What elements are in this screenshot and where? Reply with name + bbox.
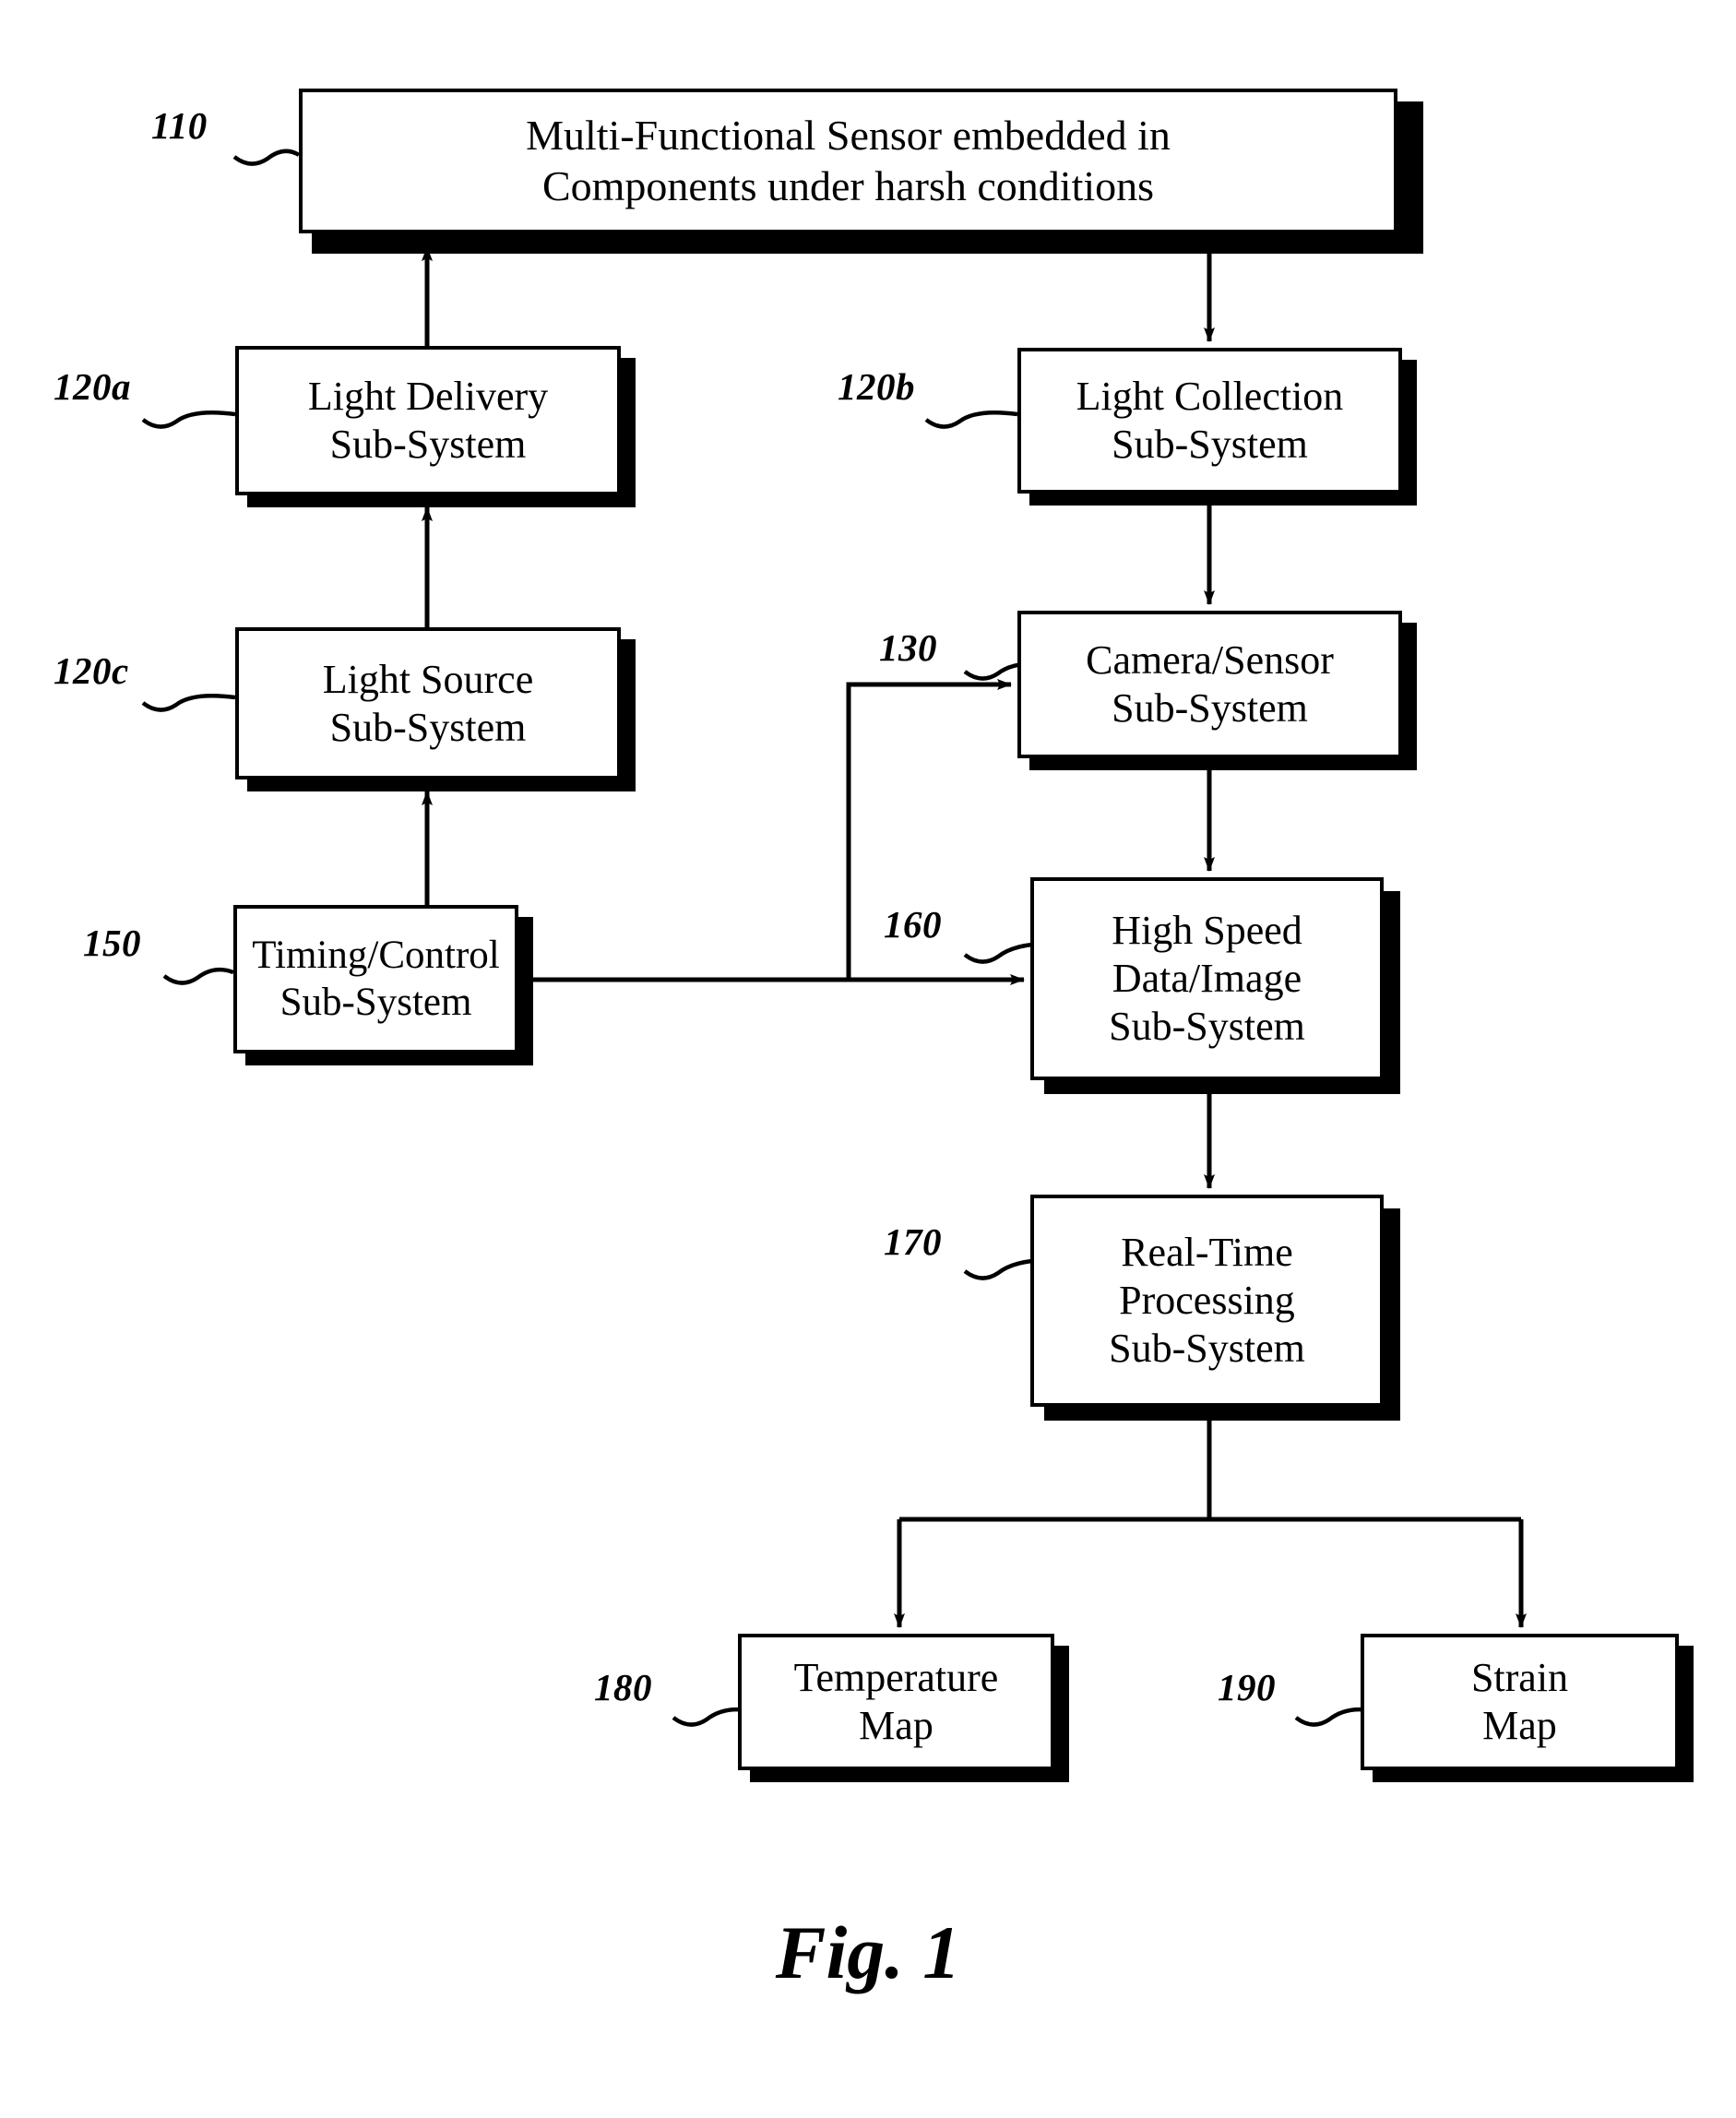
node-high-speed-data-image-sub-system[interactable]: High Speed Data/Image Sub-System: [1030, 877, 1384, 1080]
node-label-real-time-processing-sub-system: Real-Time Processing Sub-System: [1109, 1230, 1305, 1371]
node-shadow-timing-control: [518, 917, 533, 1065]
node-timing-control-sub-system[interactable]: Timing/Control Sub-System: [233, 905, 518, 1053]
leader-190: [1294, 1707, 1371, 1727]
node-shadow-real-time: [1384, 1208, 1400, 1421]
node-shadow-light-collection: [1402, 360, 1417, 506]
node-label-high-speed-data-image-sub-system: High Speed Data/Image Sub-System: [1109, 908, 1305, 1049]
node-real-time-processing-sub-system[interactable]: Real-Time Processing Sub-System: [1030, 1195, 1384, 1407]
node-light-source-sub-system[interactable]: Light Source Sub-System: [235, 627, 621, 779]
node-shadow-light-delivery: [621, 358, 636, 507]
leader-120c: [141, 693, 236, 712]
node-shadow-strain-map-bottom: [1373, 1770, 1694, 1782]
reference-numeral-160: 160: [884, 903, 942, 946]
reference-numeral-170: 170: [884, 1220, 942, 1263]
node-label-multi-functional-sensor: Multi-Functional Sensor embedded in Comp…: [526, 112, 1171, 209]
node-shadow-light-collection-bottom: [1029, 494, 1417, 506]
node-light-collection-sub-system[interactable]: Light Collection Sub-System: [1017, 348, 1402, 494]
patent-figure: Multi-Functional Sensor embedded in Comp…: [0, 0, 1736, 2118]
node-label-light-source-sub-system: Light Source Sub-System: [322, 656, 534, 750]
leader-110: [232, 149, 301, 166]
node-shadow-sensor: [1397, 101, 1423, 254]
node-label-strain-map: Strain Map: [1470, 1655, 1569, 1748]
node-shadow-high-speed-bottom: [1044, 1080, 1400, 1094]
leader-150: [162, 967, 234, 985]
node-label-timing-control-sub-system: Timing/Control Sub-System: [252, 933, 500, 1024]
node-temperature-map[interactable]: Temperature Map: [738, 1634, 1054, 1770]
node-label-temperature-map: Temperature Map: [793, 1655, 999, 1748]
node-shadow-temperature-map: [1054, 1646, 1069, 1782]
reference-numeral-150: 150: [83, 922, 141, 964]
node-label-light-delivery-sub-system: Light Delivery Sub-System: [307, 374, 549, 467]
leader-120a: [141, 410, 236, 429]
leader-120b: [924, 410, 1018, 429]
node-shadow-light-delivery-bottom: [247, 495, 636, 507]
reference-numeral-120a: 120a: [54, 365, 131, 408]
reference-numeral-120c: 120c: [54, 649, 129, 692]
node-shadow-light-source: [621, 639, 636, 791]
node-shadow-strain-map: [1679, 1646, 1694, 1782]
node-shadow-sensor-bottom: [312, 233, 1423, 254]
reference-numeral-120b: 120b: [838, 365, 915, 408]
node-strain-map[interactable]: Strain Map: [1361, 1634, 1679, 1770]
node-camera-sensor-sub-system[interactable]: Camera/Sensor Sub-System: [1017, 611, 1402, 758]
node-shadow-camera-sensor-bottom: [1029, 758, 1417, 770]
node-shadow-camera-sensor: [1402, 623, 1417, 770]
reference-numeral-130: 130: [879, 626, 937, 669]
reference-numeral-110: 110: [151, 104, 208, 147]
reference-numeral-180: 180: [594, 1666, 652, 1708]
node-light-delivery-sub-system[interactable]: Light Delivery Sub-System: [235, 346, 621, 495]
node-multi-functional-sensor[interactable]: Multi-Functional Sensor embedded in Comp…: [299, 89, 1397, 233]
node-shadow-high-speed: [1384, 891, 1400, 1094]
node-label-light-collection-sub-system: Light Collection Sub-System: [1076, 374, 1344, 467]
node-shadow-temperature-map-bottom: [750, 1770, 1069, 1782]
leader-180: [672, 1707, 748, 1727]
edge-real-time-to-maps: [894, 1407, 1527, 1628]
node-shadow-real-time-bottom: [1044, 1407, 1400, 1421]
node-label-camera-sensor-sub-system: Camera/Sensor Sub-System: [1086, 637, 1334, 731]
reference-numeral-190: 190: [1218, 1666, 1276, 1708]
node-shadow-light-source-bottom: [247, 779, 636, 791]
figure-caption: Fig. 1: [775, 1910, 961, 1994]
node-shadow-timing-control-bottom: [245, 1053, 533, 1065]
